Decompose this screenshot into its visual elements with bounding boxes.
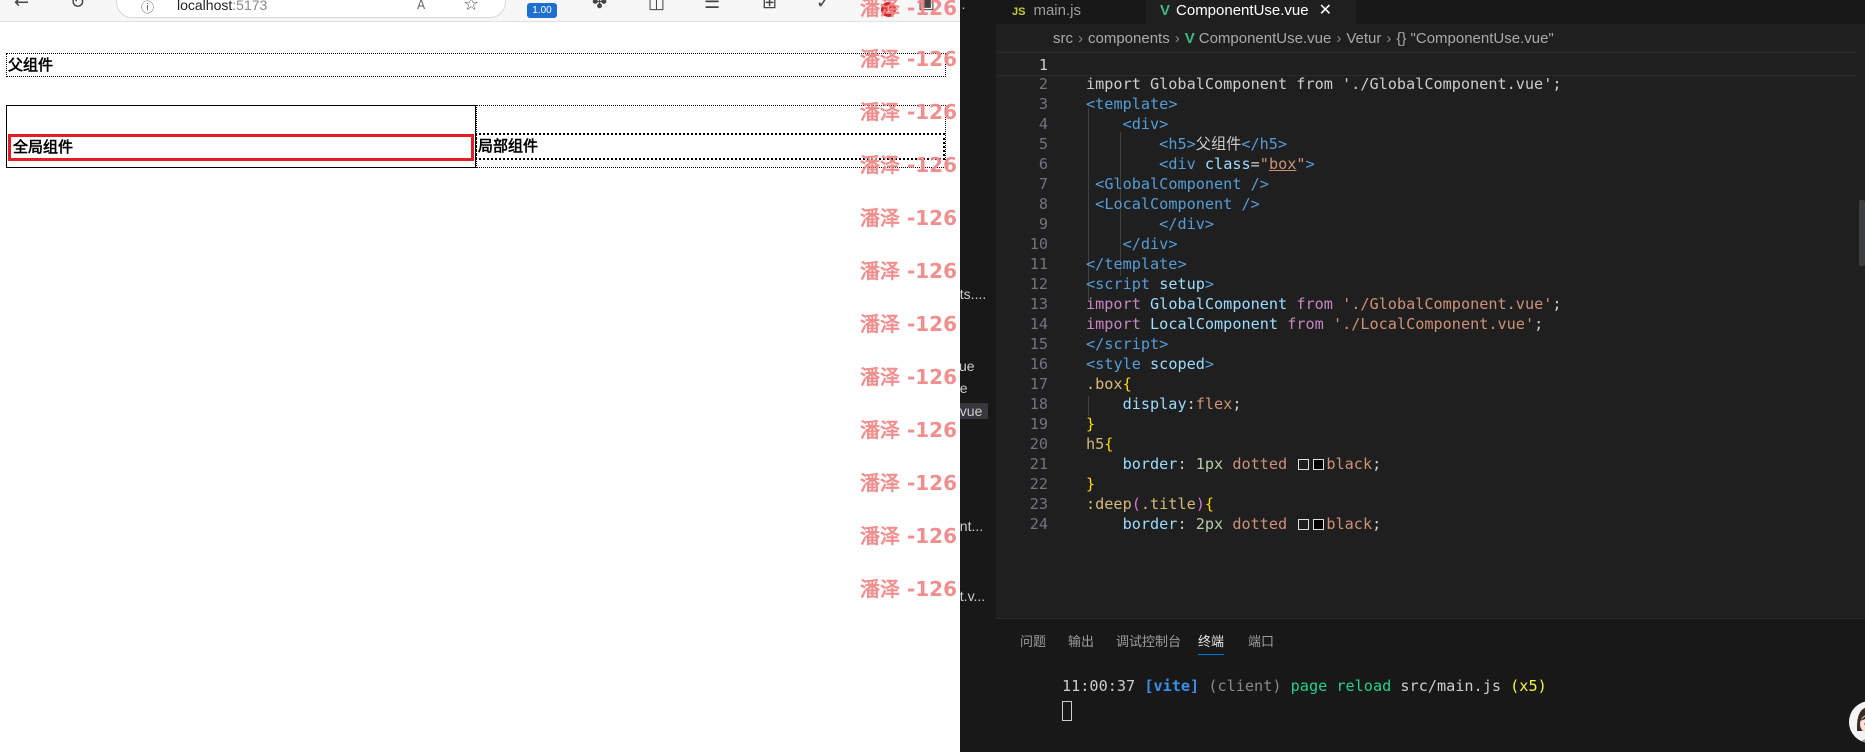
breadcrumb-components[interactable]: components bbox=[1088, 30, 1170, 47]
tab-debug-console[interactable]: 调试控制台 bbox=[1116, 631, 1181, 650]
browser-toolbar: ← ↻ ⓘ localhost:5173 A ☆ 1.00 ✤ ◫ ☰ ⊞ ✓ … bbox=[0, 0, 960, 22]
profile-icon[interactable]: ▣ bbox=[918, 0, 935, 12]
tab-terminal[interactable]: 终端 bbox=[1198, 631, 1225, 655]
breadcrumb-symbol[interactable]: {} "ComponentUse.vue" bbox=[1396, 30, 1553, 47]
explorer-item[interactable]: t.vue bbox=[960, 403, 988, 419]
editor-tab-bar: JS main.js V ComponentUse.vue ✕ bbox=[996, 0, 1865, 24]
terminal-count: (x5) bbox=[1510, 677, 1547, 695]
tab-problems[interactable]: 问题 bbox=[1020, 631, 1046, 650]
tab-main-js[interactable]: JS main.js bbox=[996, 0, 1146, 24]
notification-badge[interactable]: 1 bbox=[881, 2, 896, 17]
chevron-right-icon: › bbox=[1386, 30, 1392, 47]
avatar[interactable] bbox=[1849, 701, 1865, 743]
tab-label: ComponentUse.vue bbox=[1176, 2, 1309, 19]
terminal-cursor[interactable] bbox=[1062, 701, 1072, 721]
breadcrumb-vetur[interactable]: Vetur bbox=[1346, 30, 1381, 47]
breadcrumb-file[interactable]: ComponentUse.vue bbox=[1199, 30, 1332, 47]
refresh-icon[interactable]: ↻ bbox=[70, 0, 85, 12]
favorites-icon[interactable]: ☰ bbox=[704, 0, 720, 12]
line-number: 24 bbox=[1029, 515, 1048, 533]
explorer-item[interactable]: vue bbox=[960, 358, 975, 374]
vue-file-icon: V bbox=[1160, 2, 1171, 19]
parent-component-heading: 父组件 bbox=[6, 53, 946, 77]
terminal-action: page reload bbox=[1290, 677, 1392, 695]
js-file-icon: JS bbox=[1012, 6, 1026, 18]
explorer-panel: … nts.... vue ue t.vue ent... nt.v... bbox=[960, 0, 996, 752]
chevron-right-icon: › bbox=[1336, 30, 1342, 47]
vue-devtools-icon[interactable]: ✓ bbox=[816, 0, 831, 12]
breadcrumb-src[interactable]: src bbox=[1053, 30, 1073, 47]
favorite-star-icon[interactable]: ☆ bbox=[463, 0, 479, 15]
chevron-right-icon: › bbox=[1078, 30, 1083, 47]
local-component: 局部组件 bbox=[475, 105, 946, 168]
terminal-tag: [vite] bbox=[1144, 677, 1200, 695]
split-screen-icon[interactable]: ◫ bbox=[648, 0, 665, 12]
browser-window: ← ↻ ⓘ localhost:5173 A ☆ 1.00 ✤ ◫ ☰ ⊞ ✓ … bbox=[0, 0, 960, 752]
bottom-panel: 问题 输出 调试控制台 终端 端口 11:00:37 [vite] (clien… bbox=[996, 618, 1865, 752]
global-component: 全局组件 bbox=[6, 105, 476, 168]
url-text: localhost:5173 bbox=[177, 0, 268, 13]
extensions-icon[interactable]: ✤ bbox=[592, 0, 607, 12]
address-bar[interactable]: ⓘ localhost:5173 A ☆ bbox=[116, 0, 506, 18]
code-text: border: 2px dotted black; bbox=[1122, 515, 1382, 533]
terminal-output-line: 11:00:37 [vite] (client) page reload src… bbox=[1062, 677, 1547, 695]
read-aloud-icon[interactable]: A bbox=[417, 0, 425, 12]
code-line[interactable]: 24 border: 2px dotted black; bbox=[996, 512, 1856, 536]
zoom-badge[interactable]: 1.00 bbox=[527, 3, 557, 18]
vscode-window: … nts.... vue ue t.vue ent... nt.v... JS main.j… bbox=[960, 0, 1865, 752]
page-content: 父组件 全局组件 局部组件 bbox=[0, 22, 960, 752]
explorer-item[interactable]: … bbox=[960, 0, 966, 12]
tab-label: main.js bbox=[1033, 2, 1081, 19]
terminal-file: src/main.js bbox=[1400, 677, 1501, 695]
info-icon[interactable]: ⓘ bbox=[141, 0, 154, 16]
avatar-icon bbox=[1849, 701, 1865, 743]
explorer-item[interactable]: ent... bbox=[960, 518, 983, 534]
editor-scrollbar[interactable] bbox=[1859, 200, 1865, 266]
explorer-item[interactable]: ue bbox=[960, 380, 968, 396]
close-icon[interactable]: ✕ bbox=[1319, 2, 1332, 19]
breadcrumb: src › components › V ComponentUse.vue › Vetur ›{… bbox=[996, 30, 1554, 52]
vue-file-icon: V bbox=[1184, 30, 1195, 47]
local-component-title: 局部组件 bbox=[475, 133, 945, 160]
terminal-scope: (client) bbox=[1208, 677, 1282, 695]
tab-output[interactable]: 输出 bbox=[1068, 631, 1094, 650]
collections-icon[interactable]: ⊞ bbox=[762, 0, 777, 12]
terminal-time: 11:00:37 bbox=[1062, 677, 1136, 695]
components-box: 全局组件 局部组件 bbox=[6, 105, 946, 168]
tab-component-use[interactable]: V ComponentUse.vue ✕ bbox=[1146, 0, 1356, 24]
explorer-item[interactable]: nts.... bbox=[960, 286, 986, 302]
explorer-item[interactable]: nt.v... bbox=[960, 588, 985, 604]
global-component-title: 全局组件 bbox=[8, 134, 474, 161]
tab-ports[interactable]: 端口 bbox=[1248, 631, 1274, 650]
back-icon[interactable]: ← bbox=[14, 0, 29, 12]
chevron-right-icon: › bbox=[1174, 30, 1180, 47]
code-editor[interactable]: 1 2 import GlobalComponent from './GlobalC… bbox=[996, 52, 1865, 615]
